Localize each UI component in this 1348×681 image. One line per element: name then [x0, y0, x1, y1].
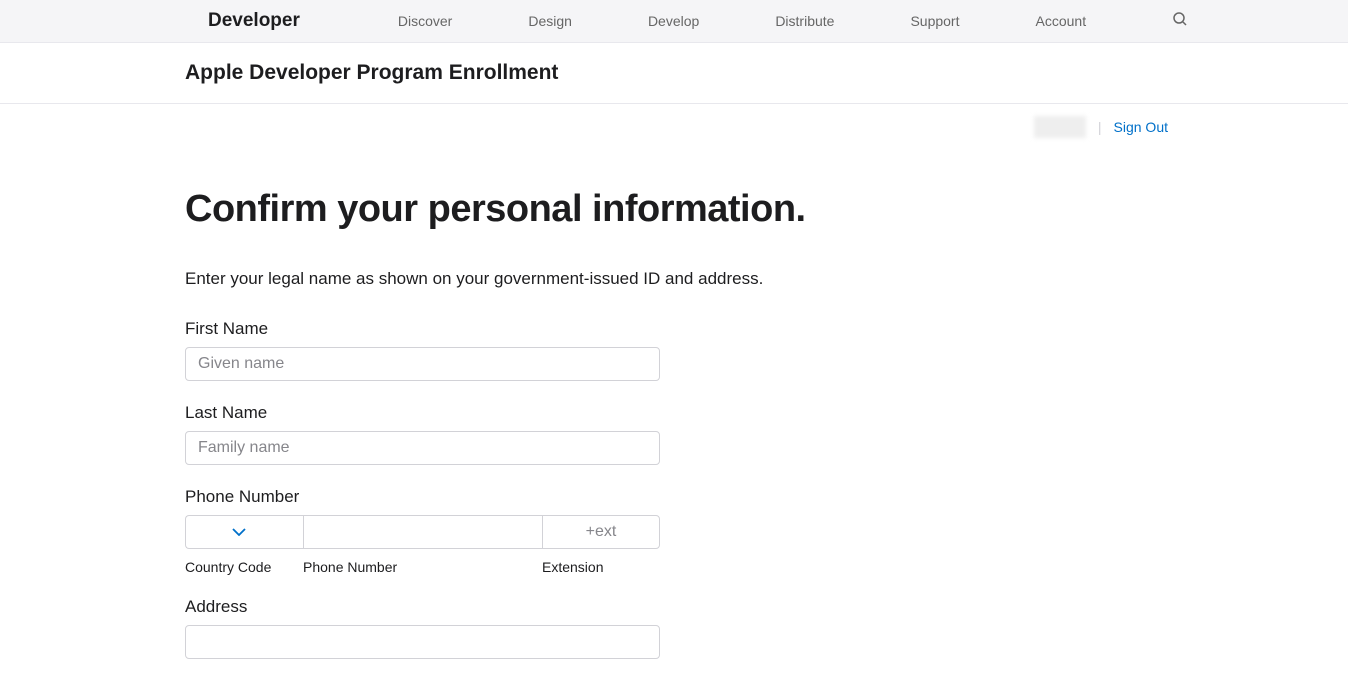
nav-link-distribute[interactable]: Distribute [737, 13, 872, 29]
page-heading: Confirm your personal information. [185, 188, 845, 231]
address-label: Address [185, 597, 845, 617]
sign-out-link[interactable]: Sign Out [1114, 119, 1168, 135]
phone-group: Phone Number Country Code Phone Number E… [185, 487, 845, 575]
first-name-input[interactable] [185, 347, 660, 381]
nav-link-discover[interactable]: Discover [360, 13, 490, 29]
divider: | [1098, 119, 1102, 135]
address-group: Address [185, 597, 845, 659]
nav-link-design[interactable]: Design [490, 13, 610, 29]
nav-brand[interactable]: Developer [208, 10, 300, 32]
phone-number-sublabel: Phone Number [303, 559, 542, 575]
user-avatar [1034, 116, 1086, 138]
nav-link-account[interactable]: Account [998, 13, 1125, 29]
nav-link-develop[interactable]: Develop [610, 13, 737, 29]
user-bar: | Sign Out [0, 104, 1348, 138]
first-name-group: First Name [185, 319, 845, 381]
first-name-label: First Name [185, 319, 845, 339]
nav-link-support[interactable]: Support [872, 13, 997, 29]
instruction-text: Enter your legal name as shown on your g… [185, 269, 845, 289]
phone-label: Phone Number [185, 487, 845, 507]
top-nav: Developer Discover Design Develop Distri… [0, 0, 1348, 43]
country-code-select[interactable] [185, 515, 303, 549]
address-input[interactable] [185, 625, 660, 659]
last-name-group: Last Name [185, 403, 845, 465]
page-subtitle: Apple Developer Program Enrollment [185, 61, 558, 84]
last-name-label: Last Name [185, 403, 845, 423]
chevron-down-icon [232, 523, 246, 541]
extension-sublabel: Extension [542, 559, 660, 575]
phone-number-input[interactable] [303, 515, 542, 549]
search-icon[interactable] [1172, 11, 1188, 32]
extension-input[interactable] [542, 515, 660, 549]
country-code-sublabel: Country Code [185, 559, 303, 575]
sub-header: Apple Developer Program Enrollment [0, 43, 1348, 104]
main-content: Confirm your personal information. Enter… [185, 138, 845, 659]
last-name-input[interactable] [185, 431, 660, 465]
